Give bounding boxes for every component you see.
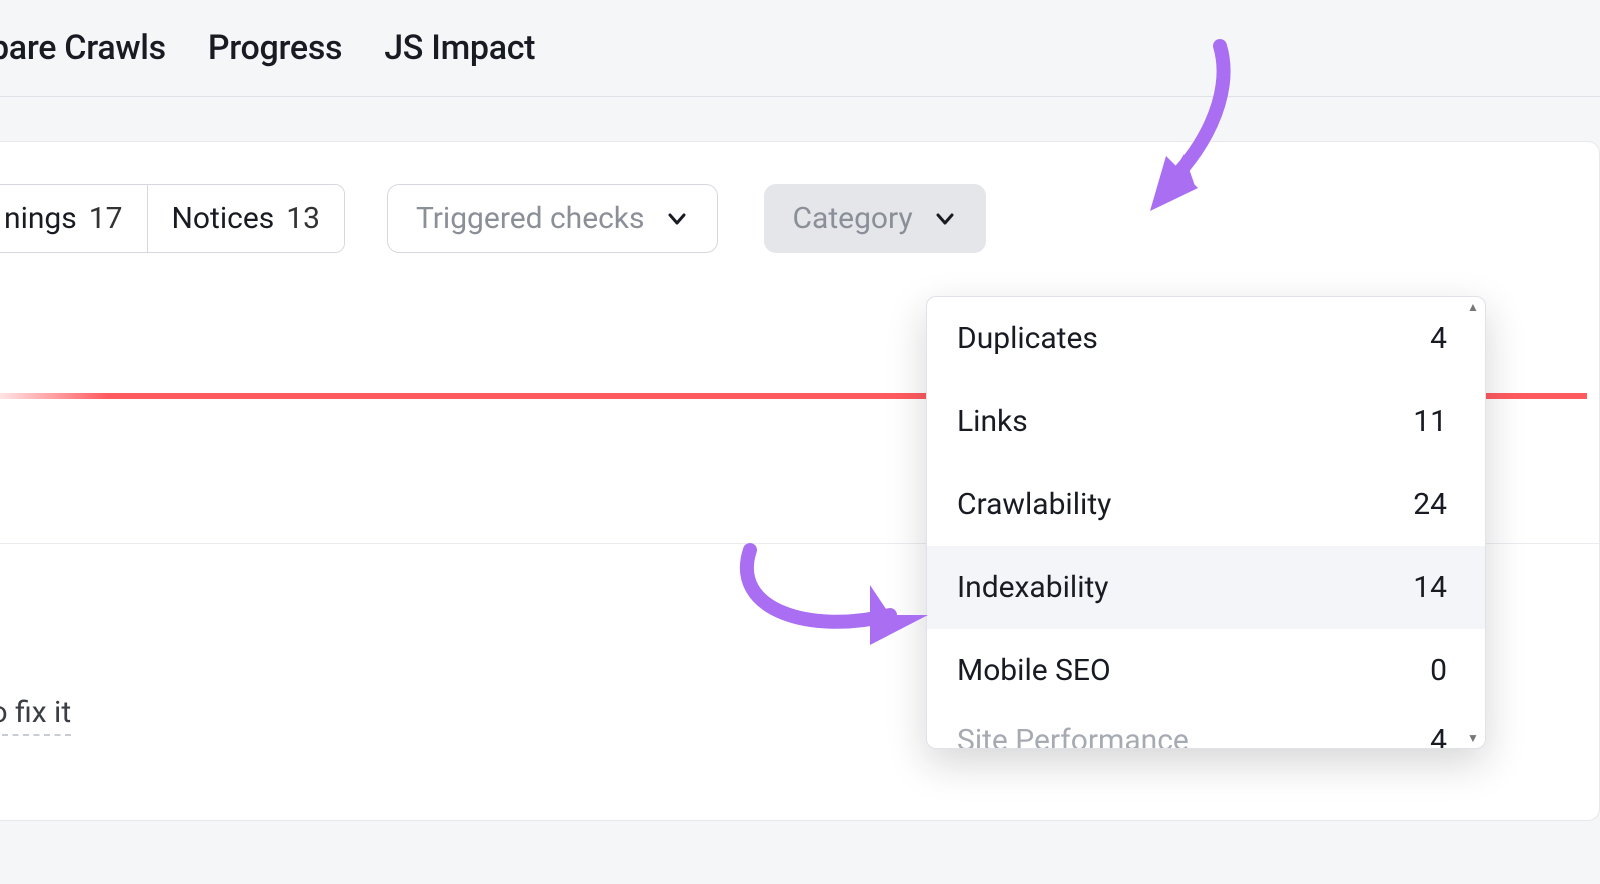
dropdown-item-site-performance[interactable]: Site Performance 4 <box>927 712 1485 748</box>
dropdown-item-mobile-seo[interactable]: Mobile SEO 0 <box>927 629 1485 712</box>
category-select[interactable]: Category <box>764 184 986 253</box>
tab-compare-crawls[interactable]: pare Crawls <box>0 28 166 68</box>
category-dropdown: Duplicates 4 Links 11 Crawlability 24 In… <box>926 296 1486 749</box>
dropdown-item-label: Links <box>957 404 1028 439</box>
segment-label: nings <box>4 201 77 236</box>
dropdown-item-count: 11 <box>1413 404 1447 439</box>
chevron-down-icon <box>665 207 689 231</box>
dropdown-item-label: Indexability <box>957 570 1109 605</box>
segment-label: Notices <box>172 201 275 236</box>
how-to-fix-link[interactable]: to fix it <box>0 695 71 736</box>
dropdown-item-duplicates[interactable]: Duplicates 4 <box>927 297 1485 380</box>
segment-count: 13 <box>286 201 320 236</box>
select-label: Category <box>793 201 913 236</box>
chevron-down-icon <box>933 207 957 231</box>
dropdown-item-count: 4 <box>1430 723 1447 749</box>
triggered-checks-select[interactable]: Triggered checks <box>387 184 718 253</box>
top-tabs: pare Crawls Progress JS Impact <box>0 0 1600 97</box>
segment-warnings[interactable]: nings 17 <box>0 185 147 252</box>
tab-progress[interactable]: Progress <box>208 28 342 68</box>
dropdown-item-count: 0 <box>1430 653 1447 688</box>
dropdown-item-count: 24 <box>1413 487 1447 522</box>
dropdown-item-label: Crawlability <box>957 487 1111 522</box>
dropdown-item-label: Mobile SEO <box>957 653 1111 688</box>
dropdown-item-crawlability[interactable]: Crawlability 24 <box>927 463 1485 546</box>
severity-segmented: nings 17 Notices 13 <box>0 184 345 253</box>
segment-notices[interactable]: Notices 13 <box>147 185 344 252</box>
filter-bar: nings 17 Notices 13 Triggered checks Cat… <box>0 184 1599 253</box>
dropdown-item-indexability[interactable]: Indexability 14 <box>927 546 1485 629</box>
dropdown-scroll[interactable]: Duplicates 4 Links 11 Crawlability 24 In… <box>927 297 1485 748</box>
segment-count: 17 <box>89 201 123 236</box>
dropdown-item-label: Site Performance <box>957 723 1189 749</box>
dropdown-item-label: Duplicates <box>957 321 1098 356</box>
dropdown-item-count: 4 <box>1430 321 1447 356</box>
dropdown-item-links[interactable]: Links 11 <box>927 380 1485 463</box>
tab-js-impact[interactable]: JS Impact <box>384 28 535 68</box>
select-label: Triggered checks <box>416 201 645 236</box>
dropdown-item-count: 14 <box>1413 570 1447 605</box>
